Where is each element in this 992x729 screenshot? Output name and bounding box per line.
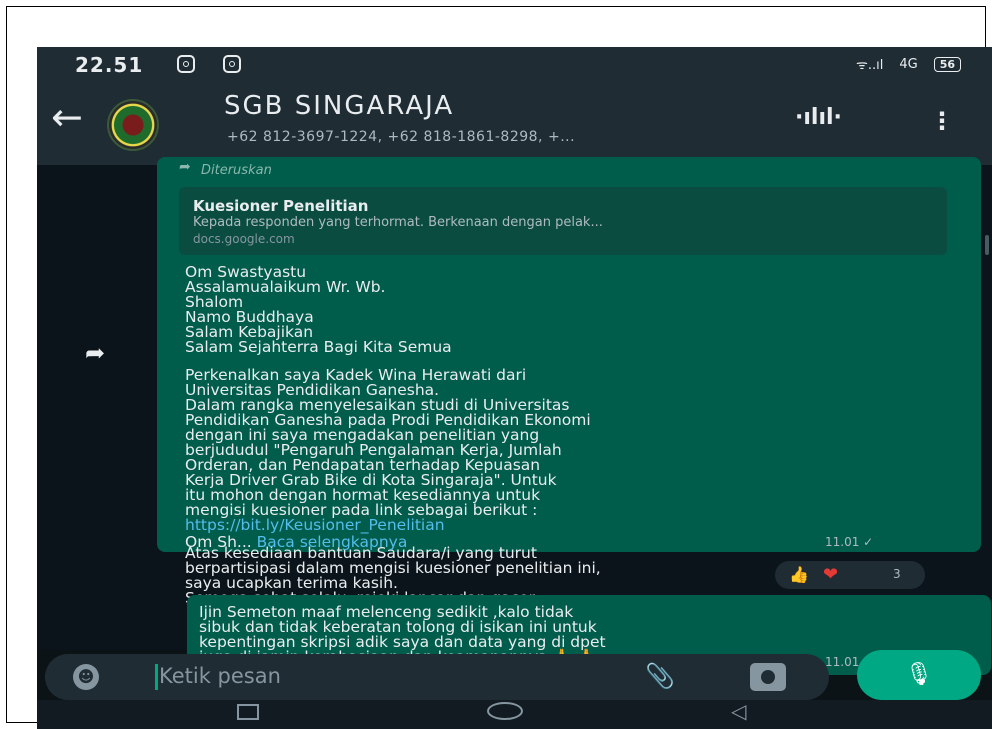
recent-apps-icon[interactable]: [237, 704, 259, 720]
preview-description: Kepada responden yang terhormat. Berkena…: [193, 215, 603, 230]
group-participants[interactable]: +62 812-3697-1224, +62 818-1861-8298, +.…: [227, 129, 575, 145]
message-bubble-forwarded[interactable]: ➦ Diteruskan Kuesioner Penelitian Kepada…: [157, 157, 981, 606]
forwarded-label: Diteruskan: [201, 163, 272, 178]
forwarded-icon: ➦: [179, 159, 191, 175]
preview-title: Kuesioner Penelitian: [193, 197, 369, 215]
reactions-badge[interactable]: 👍 ❤ 3: [775, 561, 925, 589]
voice-chat-icon[interactable]: ·ılıl·: [795, 105, 842, 130]
message-input[interactable]: Ketik pesan: [159, 664, 281, 688]
heart-icon: ❤: [823, 564, 839, 585]
thumbs-up-icon: 👍: [789, 565, 809, 584]
android-nav-bar: ◁: [37, 699, 992, 729]
home-icon[interactable]: [487, 702, 523, 720]
greeting-line: Salam Sejahterra Bagi Kita Semua: [185, 338, 452, 356]
chat-area[interactable]: ➦ ➦ Diteruskan Kuesioner Penelitian Kepa…: [37, 157, 992, 683]
battery-icon: 56: [933, 56, 961, 72]
arrow-left-icon[interactable]: ←: [51, 95, 83, 139]
status-right: ᯤ..ıl 4G 56: [856, 55, 961, 73]
scrollbar-thumb[interactable]: [985, 235, 989, 255]
group-avatar[interactable]: [107, 99, 159, 151]
network-type: 4G: [899, 56, 918, 72]
message-body: Om Swastyastu Assalamualaikum Wr. Wb. Sh…: [185, 264, 961, 606]
truncated-line: Om Sh... Baca selengkapnya: [185, 533, 407, 551]
emoji-icon[interactable]: ☻: [73, 664, 99, 690]
signal-icon: ᯤ..ıl: [855, 58, 884, 73]
greeting-line: Assalamualaikum Wr. Wb.: [185, 278, 386, 296]
questionnaire-link[interactable]: https://bit.ly/Keusioner_Penelitian: [185, 517, 961, 533]
phone-screen: 22.51 ᯤ..ıl 4G 56 ← SGB SINGARAJA +62 81…: [37, 47, 992, 729]
instagram-notification-icon: [177, 55, 195, 73]
status-bar: 22.51 ᯤ..ıl 4G 56: [37, 47, 992, 85]
preview-domain: docs.google.com: [193, 232, 295, 246]
screenshot-frame: 22.51 ᯤ..ıl 4G 56 ← SGB SINGARAJA +62 81…: [6, 6, 992, 729]
more-options-icon[interactable]: ⋮: [930, 107, 954, 135]
back-triangle-icon[interactable]: ◁: [731, 699, 746, 723]
status-time: 22.51: [75, 53, 144, 77]
truncated-text: Om Sh...: [185, 533, 252, 551]
read-more-link[interactable]: Baca selengkapnya: [257, 533, 408, 551]
mic-icon: 🎙: [905, 662, 933, 687]
instagram-notification-icon-2: [223, 55, 241, 73]
message-time: 11.01 ✓: [825, 535, 874, 549]
mic-button[interactable]: 🎙: [857, 650, 981, 700]
group-title[interactable]: SGB SINGARAJA: [224, 91, 454, 121]
forward-share-icon[interactable]: ➦: [85, 339, 105, 367]
paperclip-icon[interactable]: 📎: [645, 662, 675, 690]
camera-icon[interactable]: [750, 663, 786, 691]
reaction-count: 3: [893, 567, 901, 581]
message-input-container[interactable]: ☻ Ketik pesan 📎: [45, 654, 829, 700]
link-preview[interactable]: Kuesioner Penelitian Kepada responden ya…: [179, 187, 947, 255]
chat-header: ← SGB SINGARAJA +62 812-3697-1224, +62 8…: [37, 85, 992, 165]
text-cursor: [155, 664, 158, 690]
message-input-bar: ☻ Ketik pesan 📎 🎙: [37, 650, 992, 700]
